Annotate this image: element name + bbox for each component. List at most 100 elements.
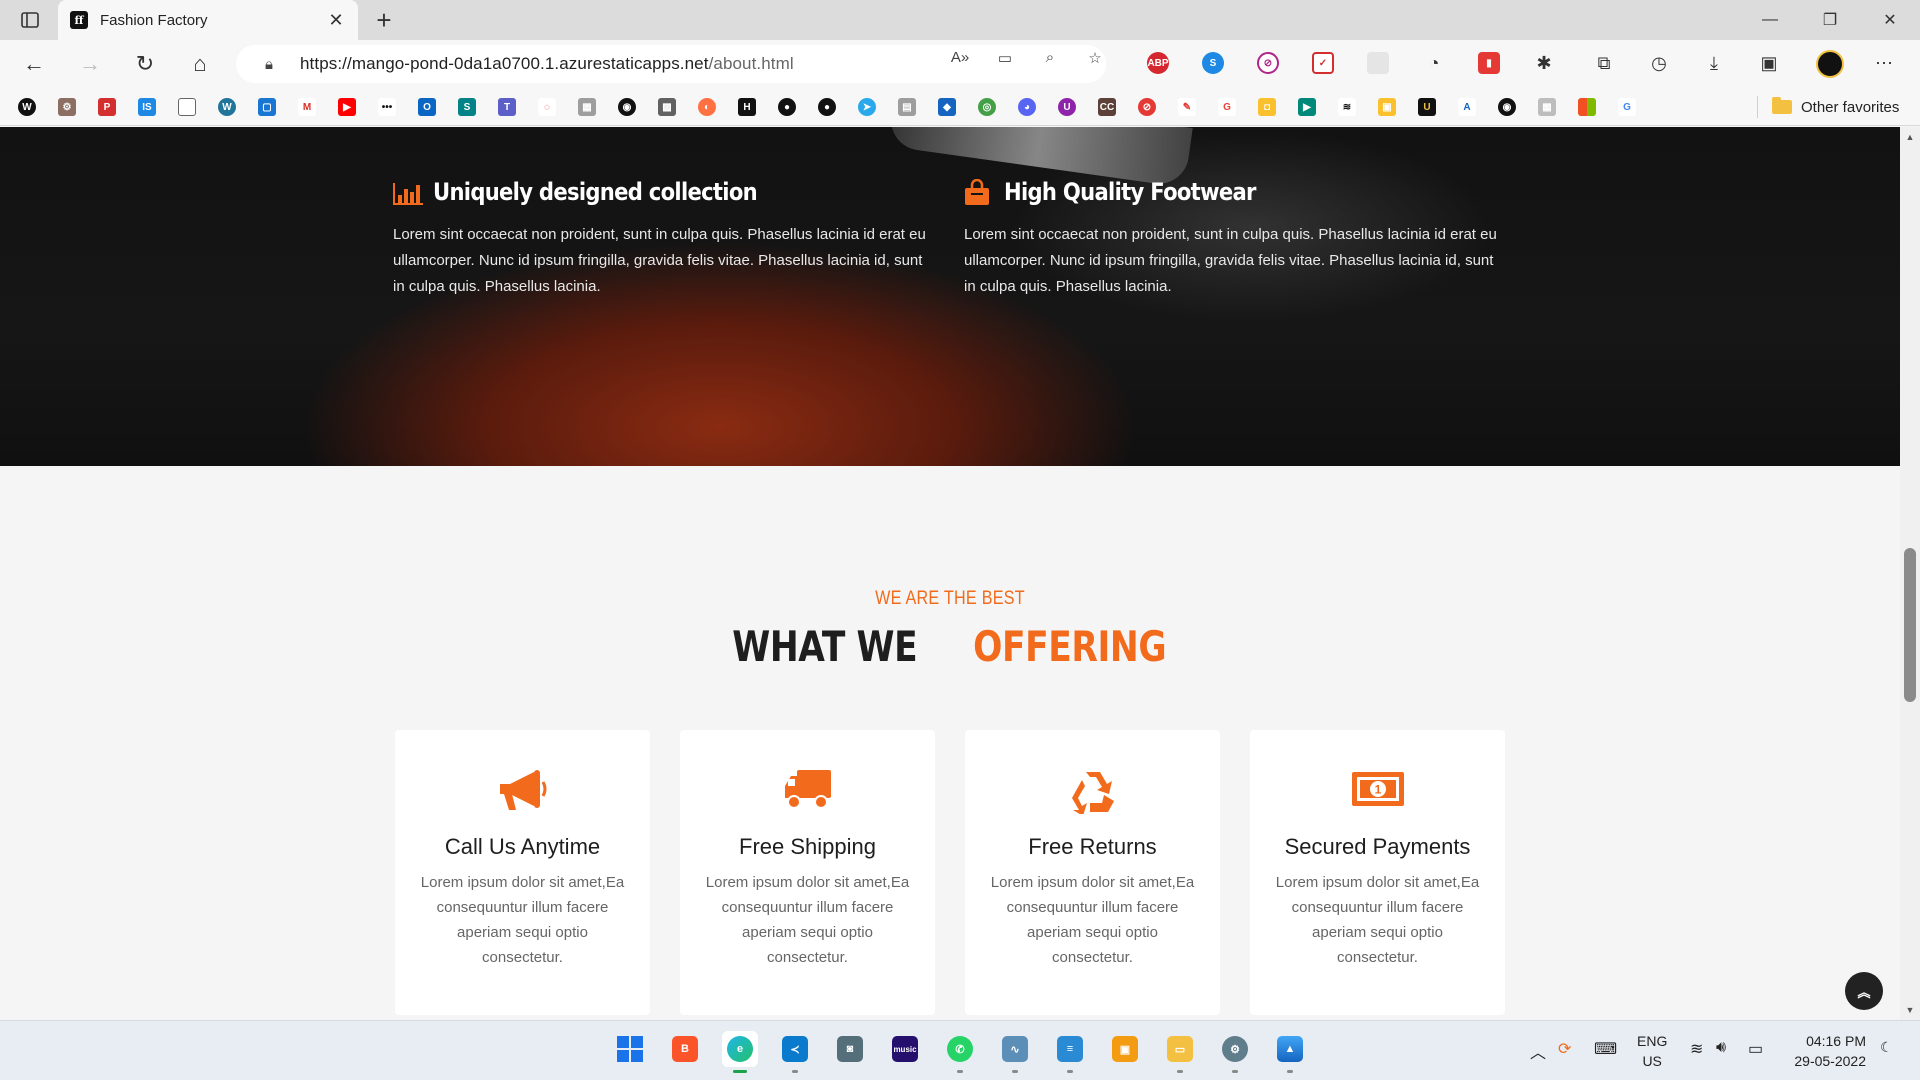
bookmark-github-icon[interactable]: ●	[778, 98, 796, 116]
back-button[interactable]: ←	[16, 48, 52, 80]
bookmark-microsoft-icon[interactable]	[1578, 98, 1596, 116]
wifi-icon[interactable]: ≋	[1690, 1039, 1703, 1059]
volume-icon[interactable]: 🔊︎	[1716, 1039, 1726, 1057]
taskbar-photos[interactable]: ▲	[1272, 1031, 1308, 1073]
bookmark-is-icon[interactable]: IS	[138, 98, 156, 116]
close-window-button[interactable]: ✕	[1860, 0, 1920, 40]
bookmark-image-icon[interactable]: ▦	[578, 98, 596, 116]
bookmark-eye-icon[interactable]: ◉	[1498, 98, 1516, 116]
bookmark-gmail-icon[interactable]: M	[298, 98, 316, 116]
taskbar-settings[interactable]: ⚙	[1217, 1031, 1253, 1073]
bookmark-google-icon[interactable]: G	[1218, 98, 1236, 116]
other-favorites-folder[interactable]: Other favorites	[1772, 96, 1899, 118]
bookmark-meet-icon[interactable]: ▶	[1298, 98, 1316, 116]
scrollbar-thumb[interactable]	[1904, 548, 1916, 702]
bookmark-telegram-icon[interactable]: ➤	[858, 98, 876, 116]
speedometer-icon[interactable]: ◔	[1420, 50, 1448, 76]
zoom-icon[interactable]: ⌕	[1038, 49, 1062, 69]
back-to-top-button[interactable]: ︽	[1845, 972, 1883, 1010]
read-aloud-icon[interactable]: A»	[948, 49, 972, 69]
sync-icon[interactable]: ⟳	[1558, 1039, 1571, 1059]
bookmark-google-2-icon[interactable]: G	[1618, 98, 1636, 116]
home-button[interactable]: ⌂	[182, 48, 218, 80]
bookmark-discord-icon[interactable]: ◕	[1018, 98, 1036, 116]
taskbar-vscode[interactable]: ≺	[777, 1031, 813, 1073]
battery-icon[interactable]: ▭	[1748, 1039, 1763, 1059]
block-extension-icon[interactable]: ⊘	[1257, 52, 1279, 74]
forward-button[interactable]: →	[72, 48, 108, 80]
taskbar-camera[interactable]: ◙	[832, 1031, 868, 1067]
close-tab-button[interactable]: ✕	[326, 10, 346, 31]
adblock-extension-icon[interactable]: ABP	[1147, 52, 1169, 74]
shield-extension-icon[interactable]: ✓	[1312, 52, 1334, 74]
bookmark-box-icon[interactable]: ▣	[1378, 98, 1396, 116]
screenshot-icon[interactable]: ▣	[1755, 50, 1783, 76]
bookmark-cc-icon[interactable]: CC	[1098, 98, 1116, 116]
taskbar-notepad[interactable]: ≡	[1052, 1031, 1088, 1073]
page-scrollbar[interactable]: ▲ ▼	[1900, 127, 1920, 1020]
bookmark-1-icon[interactable]: W	[18, 98, 36, 116]
address-bar[interactable]: 🔒︎ https://mango-pond-0da1a0700.1.azures…	[236, 45, 1106, 83]
restore-button[interactable]: ❐	[1800, 0, 1860, 40]
extensions-icon[interactable]: ✱	[1530, 50, 1558, 76]
bookmark-book-icon[interactable]: ▤	[898, 98, 916, 116]
minimize-button[interactable]: —	[1740, 0, 1800, 40]
more-menu-icon[interactable]: ⋯	[1870, 50, 1898, 76]
taskbar-file-explorer[interactable]: ▭	[1162, 1031, 1198, 1073]
bookmark-grid-icon[interactable]: ▩	[658, 98, 676, 116]
tab-actions-button[interactable]	[10, 6, 50, 34]
bookmark-outlook-icon[interactable]: O	[418, 98, 436, 116]
immersive-reader-icon[interactable]: ▭	[993, 49, 1017, 69]
bookmark-page-icon[interactable]	[178, 98, 196, 116]
bookmark-shield-icon[interactable]: ◆	[938, 98, 956, 116]
notifications-icon[interactable]: ☾	[1880, 1039, 1893, 1056]
scroll-down-arrow-icon[interactable]: ▼	[1900, 1002, 1920, 1018]
bookmark-azure-icon[interactable]: A	[1458, 98, 1476, 116]
bookmark-red-icon[interactable]: ⊘	[1138, 98, 1156, 116]
taskbar-whatsapp[interactable]: ✆	[942, 1031, 978, 1073]
bookmark-text-icon[interactable]: ≋	[1338, 98, 1356, 116]
refresh-button[interactable]: ↻	[127, 48, 163, 80]
system-clock[interactable]: 04:16 PM 29-05-2022	[1786, 1031, 1866, 1071]
bookmark-square-icon[interactable]: ▢	[258, 98, 276, 116]
bookmark-2-icon[interactable]: ⚙	[58, 98, 76, 116]
taskbar-monitor[interactable]: ∿	[997, 1031, 1033, 1073]
bookmark-youtube-icon[interactable]: ▶	[338, 98, 356, 116]
taskbar-amazon-music[interactable]: music	[887, 1031, 923, 1067]
start-button[interactable]	[612, 1031, 648, 1067]
bookmark-teams-icon[interactable]: T	[498, 98, 516, 116]
blank-extension-icon[interactable]	[1367, 52, 1389, 74]
bookmark-usf-icon[interactable]: U	[1418, 98, 1436, 116]
taskbar-brave[interactable]: B	[667, 1031, 703, 1067]
new-tab-button[interactable]: +	[368, 4, 400, 36]
shazam-extension-icon[interactable]: S	[1202, 52, 1224, 74]
taskbar-virtualbox[interactable]: ▣	[1107, 1031, 1143, 1067]
input-language-indicator[interactable]: ENG US	[1637, 1031, 1667, 1071]
bookmark-purple-icon[interactable]: U	[1058, 98, 1076, 116]
browser-tab[interactable]: ff Fashion Factory ✕	[58, 0, 358, 40]
bookmark-spinner-icon[interactable]: ◌	[538, 98, 556, 116]
bookmark-github-2-icon[interactable]: ●	[818, 98, 836, 116]
keyboard-icon[interactable]: ⌨	[1594, 1039, 1617, 1059]
bookmark-yellow-icon[interactable]: ◘	[1258, 98, 1276, 116]
history-icon[interactable]: ◷	[1645, 50, 1673, 76]
bookmark-tools-icon[interactable]: ✎	[1178, 98, 1196, 116]
color-extension-icon[interactable]: ▮	[1478, 52, 1500, 74]
bookmark-dots-icon[interactable]: •••	[378, 98, 396, 116]
bookmark-pattern-icon[interactable]: ▦	[1538, 98, 1556, 116]
bookmark-wordpress-icon[interactable]: W	[218, 98, 236, 116]
scroll-up-arrow-icon[interactable]: ▲	[1900, 129, 1920, 145]
bookmark-swirl-icon[interactable]: ◐	[698, 98, 716, 116]
collections-icon[interactable]: ⧉	[1590, 50, 1618, 76]
bookmark-pdf-icon[interactable]: P	[98, 98, 116, 116]
show-hidden-icons-chevron-icon[interactable]: ︿	[1530, 1039, 1546, 1063]
site-favicon-icon: ff	[70, 11, 88, 29]
bookmark-green-icon[interactable]: ◎	[978, 98, 996, 116]
profile-avatar[interactable]	[1816, 50, 1844, 78]
bookmark-circle-icon[interactable]: ◉	[618, 98, 636, 116]
downloads-icon[interactable]: ⤓	[1700, 50, 1728, 76]
add-favorite-icon[interactable]: ☆	[1083, 49, 1107, 69]
taskbar-edge[interactable]: e	[722, 1031, 758, 1073]
bookmark-hackerrank-icon[interactable]: H	[738, 98, 756, 116]
bookmark-sharepoint-icon[interactable]: S	[458, 98, 476, 116]
